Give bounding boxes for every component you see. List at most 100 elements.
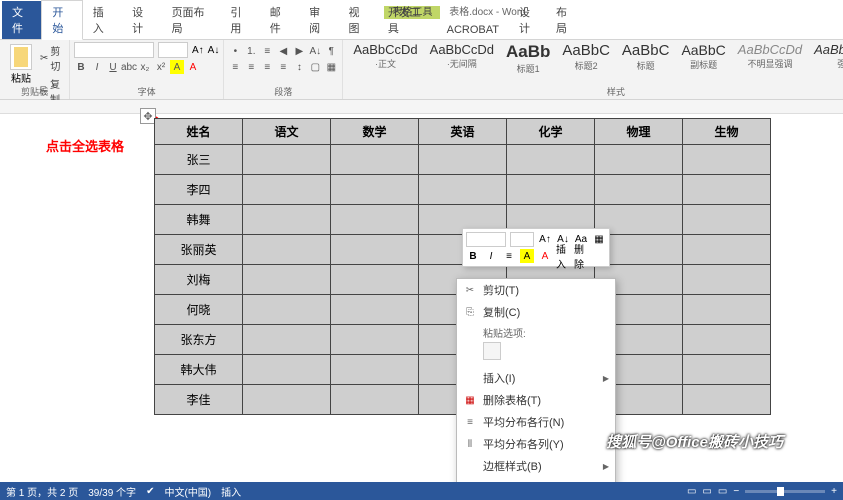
tab-references[interactable]: 引用 (220, 1, 259, 39)
table-cell[interactable] (243, 235, 331, 265)
tab-design[interactable]: 设计 (122, 1, 161, 39)
view-print-icon[interactable]: ▭ (702, 486, 711, 497)
table-cell[interactable] (683, 385, 771, 415)
table-cell[interactable]: 李佳 (155, 385, 243, 415)
table-cell[interactable] (331, 205, 419, 235)
align-center-button[interactable]: ≡ (244, 60, 258, 74)
tab-review[interactable]: 审阅 (299, 1, 338, 39)
decrease-indent-button[interactable]: ◀ (276, 44, 290, 58)
mini-size-select[interactable] (510, 232, 534, 247)
table-cell[interactable] (331, 295, 419, 325)
table-cell[interactable] (243, 295, 331, 325)
numbering-button[interactable]: 1. (244, 44, 258, 58)
zoom-slider[interactable] (745, 490, 825, 493)
style-heading2[interactable]: AaBbC标题2 (556, 42, 616, 75)
word-count[interactable]: 39/39 个字 (88, 484, 136, 499)
table-cell[interactable] (331, 355, 419, 385)
table-cell[interactable] (507, 175, 595, 205)
shrink-font-icon[interactable]: A↓ (208, 45, 220, 56)
ctx-distribute-rows[interactable]: ≡平均分布各行(N) (457, 411, 615, 433)
mini-align-button[interactable]: ≡ (502, 249, 516, 263)
table-cell[interactable] (331, 325, 419, 355)
strike-button[interactable]: abc (122, 60, 136, 74)
italic-button[interactable]: I (90, 60, 104, 74)
table-header[interactable]: 物理 (595, 119, 683, 145)
style-normal[interactable]: AaBbCcDd·正文 (347, 42, 423, 75)
style-subtitle[interactable]: AaBbC副标题 (675, 42, 731, 75)
mini-highlight-button[interactable]: A (520, 249, 534, 263)
increase-indent-button[interactable]: ▶ (292, 44, 306, 58)
shading-button[interactable]: ▢ (308, 60, 322, 74)
table-row[interactable]: 李四 (155, 175, 771, 205)
table-cell[interactable] (243, 175, 331, 205)
align-left-button[interactable]: ≡ (228, 60, 242, 74)
table-cell[interactable] (419, 175, 507, 205)
font-family-select[interactable] (74, 42, 154, 58)
table-cell[interactable] (683, 325, 771, 355)
line-spacing-button[interactable]: ↕ (292, 60, 306, 74)
mini-font-select[interactable] (466, 232, 506, 247)
mini-border-icon[interactable]: ▦ (592, 233, 606, 247)
style-subtle-em[interactable]: AaBbCcDd不明显强调 (732, 42, 808, 75)
table-cell[interactable] (243, 355, 331, 385)
view-read-icon[interactable]: ▭ (687, 486, 696, 497)
table-cell[interactable] (683, 295, 771, 325)
tab-home[interactable]: 开始 (41, 0, 82, 40)
table-cell[interactable] (507, 145, 595, 175)
bold-button[interactable]: B (74, 60, 88, 74)
table-cell[interactable] (243, 265, 331, 295)
style-emphasis[interactable]: AaBbCcDd强调 (808, 42, 843, 75)
mini-delete-button[interactable]: 删除 (574, 249, 588, 263)
table-cell[interactable] (683, 175, 771, 205)
highlight-button[interactable]: A (170, 60, 184, 74)
tab-view[interactable]: 视图 (339, 1, 378, 39)
table-cell[interactable]: 韩舞 (155, 205, 243, 235)
table-cell[interactable] (243, 325, 331, 355)
bullets-button[interactable]: • (228, 44, 242, 58)
tab-file[interactable]: 文件 (2, 1, 41, 39)
style-nospacing[interactable]: AaBbCcDd·无间隔 (424, 42, 500, 75)
mini-insert-button[interactable]: 插入 (556, 249, 570, 263)
mini-grow-font-icon[interactable]: A↑ (538, 233, 552, 247)
table-cell[interactable] (331, 265, 419, 295)
table-cell[interactable]: 张三 (155, 145, 243, 175)
style-heading1[interactable]: AaBb标题1 (500, 42, 556, 75)
style-title[interactable]: AaBbC标题 (616, 42, 676, 75)
superscript-button[interactable]: x² (154, 60, 168, 74)
table-cell[interactable] (595, 175, 683, 205)
paste-option-1[interactable] (483, 342, 501, 360)
view-web-icon[interactable]: ▭ (718, 486, 727, 497)
table-header[interactable]: 姓名 (155, 119, 243, 145)
ctx-insert[interactable]: 插入(I)▶ (457, 367, 615, 389)
styles-gallery[interactable]: AaBbCcDd·正文 AaBbCcDd·无间隔 AaBb标题1 AaBbC标题… (347, 42, 843, 75)
table-cell[interactable]: 李四 (155, 175, 243, 205)
table-header[interactable]: 化学 (507, 119, 595, 145)
table-cell[interactable] (683, 205, 771, 235)
zoom-out-icon[interactable]: − (733, 486, 739, 497)
mini-bold-button[interactable]: B (466, 249, 480, 263)
ctx-copy[interactable]: ⎘复制(C) (457, 301, 615, 323)
table-header[interactable]: 语文 (243, 119, 331, 145)
table-cell[interactable] (683, 145, 771, 175)
mini-fontcolor-button[interactable]: A (538, 249, 552, 263)
grow-font-icon[interactable]: A↑ (192, 45, 204, 56)
table-cell[interactable]: 何晓 (155, 295, 243, 325)
multilevel-button[interactable]: ≡ (260, 44, 274, 58)
table-header[interactable]: 英语 (419, 119, 507, 145)
table-cell[interactable] (683, 235, 771, 265)
table-header[interactable]: 生物 (683, 119, 771, 145)
mini-italic-button[interactable]: I (484, 249, 498, 263)
table-cell[interactable] (331, 385, 419, 415)
table-cell[interactable] (683, 355, 771, 385)
tab-page-layout[interactable]: 页面布局 (162, 1, 221, 39)
table-cell[interactable] (683, 265, 771, 295)
table-cell[interactable] (331, 145, 419, 175)
page-indicator[interactable]: 第 1 页，共 2 页 (6, 484, 78, 499)
spellcheck-icon[interactable]: ✔ (146, 486, 154, 497)
underline-button[interactable]: U (106, 60, 120, 74)
align-right-button[interactable]: ≡ (260, 60, 274, 74)
ctx-distribute-cols[interactable]: ⦀平均分布各列(Y) (457, 433, 615, 455)
table-cell[interactable] (243, 145, 331, 175)
cut-button[interactable]: ✂剪切 (38, 42, 67, 74)
table-cell[interactable] (419, 145, 507, 175)
